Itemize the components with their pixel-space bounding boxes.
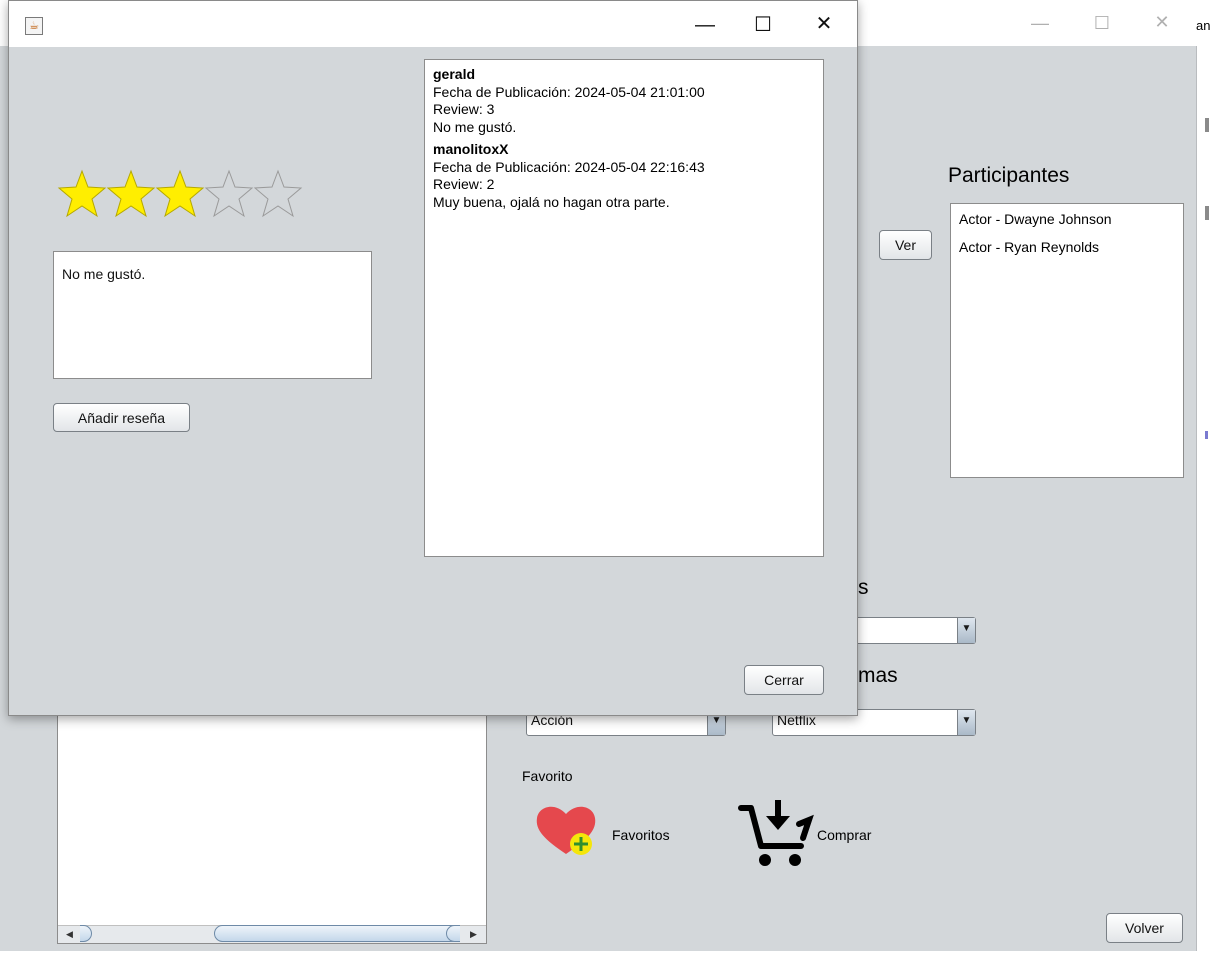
- partial-section-label: s: [858, 576, 869, 599]
- review-user: manolitoxX: [433, 141, 509, 157]
- review-score: Review: 3: [433, 101, 495, 117]
- cart-download-icon[interactable]: [737, 798, 817, 870]
- review-dialog: ☕ — ☐ ✕ Añadir reseña gerald Fecha de Pu…: [8, 0, 858, 716]
- ver-button[interactable]: Ver: [879, 230, 932, 260]
- chevron-down-icon: ▼: [957, 618, 975, 643]
- review-input[interactable]: [53, 251, 372, 379]
- partial-window-text: an: [1196, 18, 1211, 33]
- review-date: Fecha de Publicación: 2024-05-04 22:16:4…: [433, 158, 705, 175]
- platforms-section-label: mas: [858, 664, 898, 687]
- scroll-right-icon[interactable]: ▶: [470, 929, 477, 940]
- close-button[interactable]: Cerrar: [744, 665, 824, 695]
- participants-title: Participantes: [948, 164, 1070, 187]
- buy-label[interactable]: Comprar: [817, 827, 871, 843]
- chevron-down-icon: ▼: [957, 710, 975, 735]
- minimize-icon[interactable]: —: [1030, 14, 1050, 32]
- review-user: gerald: [433, 66, 476, 82]
- partial-combo[interactable]: ▼: [855, 617, 976, 644]
- main-window-bottom: [0, 951, 1213, 967]
- review-comment: No me gustó.: [433, 118, 517, 135]
- adjacent-window-edge: [1196, 46, 1213, 951]
- close-icon[interactable]: ✕: [812, 14, 836, 34]
- heart-plus-icon[interactable]: [535, 802, 597, 858]
- review-item: gerald Fecha de Publicación: 2024-05-04 …: [433, 66, 815, 136]
- star-filled-icon[interactable]: [106, 169, 156, 219]
- maximize-icon[interactable]: ☐: [751, 15, 775, 35]
- scroll-left-icon[interactable]: ◀: [66, 929, 73, 940]
- star-filled-icon[interactable]: [57, 169, 107, 219]
- dialog-titlebar: [9, 1, 857, 47]
- favorite-label: Favorito: [522, 768, 573, 784]
- java-app-icon: ☕: [25, 17, 43, 35]
- scrollbar-thumb-edge: [446, 925, 460, 942]
- reviews-list[interactable]: gerald Fecha de Publicación: 2024-05-04 …: [424, 59, 824, 557]
- volver-button[interactable]: Volver: [1106, 913, 1183, 943]
- scrollbar-thumb[interactable]: [214, 925, 460, 942]
- star-empty-icon[interactable]: [204, 169, 254, 219]
- review-item: manolitoxX Fecha de Publicación: 2024-05…: [433, 141, 815, 211]
- movie-list[interactable]: [57, 714, 487, 944]
- participants-list[interactable]: Actor - Dwayne Johnson Actor - Ryan Reyn…: [950, 203, 1184, 478]
- review-comment: Muy buena, ojalá no hagan otra parte.: [433, 193, 670, 210]
- star-empty-icon[interactable]: [253, 169, 303, 219]
- add-review-button[interactable]: Añadir reseña: [53, 403, 190, 432]
- minimize-icon[interactable]: —: [693, 15, 717, 35]
- star-filled-icon[interactable]: [155, 169, 205, 219]
- review-score: Review: 2: [433, 176, 495, 192]
- participant-item[interactable]: Actor - Ryan Reynolds: [959, 239, 1099, 255]
- close-icon[interactable]: ✕: [1152, 13, 1172, 31]
- participant-item[interactable]: Actor - Dwayne Johnson: [959, 211, 1112, 227]
- maximize-icon[interactable]: ☐: [1092, 14, 1112, 32]
- review-date: Fecha de Publicación: 2024-05-04 21:01:0…: [433, 83, 705, 100]
- favorites-label[interactable]: Favoritos: [612, 827, 670, 843]
